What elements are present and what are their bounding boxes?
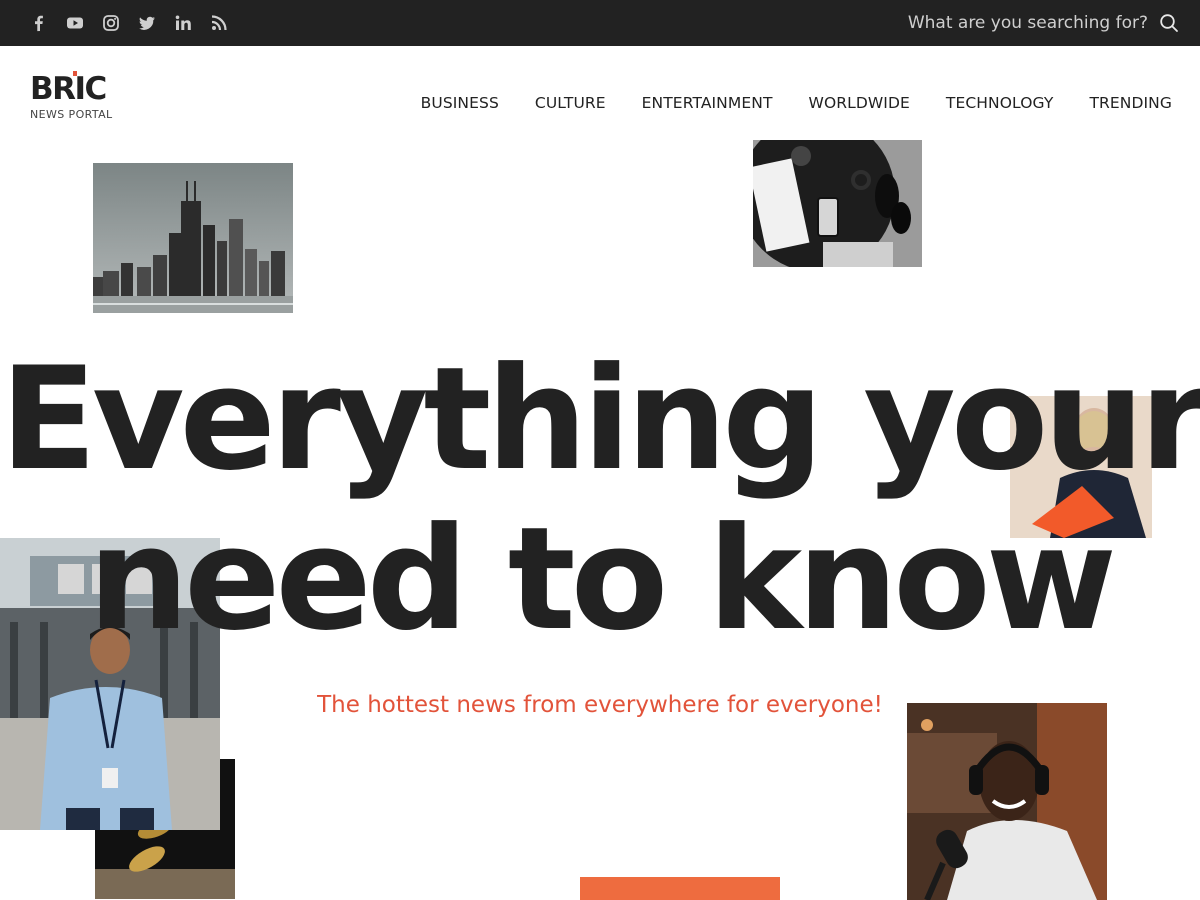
hero-subtitle: The hottest news from everywhere for eve… [317, 692, 883, 718]
nav-item-trending[interactable]: TRENDING [1089, 94, 1172, 112]
top-bar [0, 0, 1200, 46]
hero-title: Everything your need to know [0, 340, 1200, 660]
main-nav: BUSINESS CULTURE ENTERTAINMENT WORLDWIDE… [421, 94, 1172, 112]
city-skyline-photo[interactable] [93, 163, 293, 313]
site-logo[interactable]: BRIC NEWS PORTAL [30, 71, 140, 130]
logo-subtitle: NEWS PORTAL [30, 108, 113, 121]
search-input[interactable] [898, 13, 1148, 33]
logo-accent-mark [73, 71, 77, 76]
youtube-icon[interactable] [64, 12, 86, 34]
cta-button[interactable] [580, 877, 780, 900]
podcaster-photo[interactable] [907, 703, 1107, 900]
search-bar [898, 9, 1180, 37]
facebook-icon[interactable] [28, 12, 50, 34]
linkedin-icon[interactable] [172, 12, 194, 34]
hero-title-line-2: need to know [88, 497, 1117, 662]
twitter-icon[interactable] [136, 12, 158, 34]
rss-icon[interactable] [208, 12, 230, 34]
hero-title-line-1: Everything your [0, 337, 1200, 502]
nav-item-entertainment[interactable]: ENTERTAINMENT [642, 94, 773, 112]
nav-item-technology[interactable]: TECHNOLOGY [946, 94, 1054, 112]
nav-item-worldwide[interactable]: WORLDWIDE [809, 94, 910, 112]
social-links [28, 12, 230, 34]
nav-item-culture[interactable]: CULTURE [535, 94, 606, 112]
fashion-flatlay-photo[interactable] [753, 140, 922, 267]
search-icon[interactable] [1158, 12, 1180, 34]
instagram-icon[interactable] [100, 12, 122, 34]
logo-title: BRIC [30, 71, 107, 107]
logo-wordmark: BRIC [30, 71, 107, 107]
nav-item-business[interactable]: BUSINESS [421, 94, 499, 112]
